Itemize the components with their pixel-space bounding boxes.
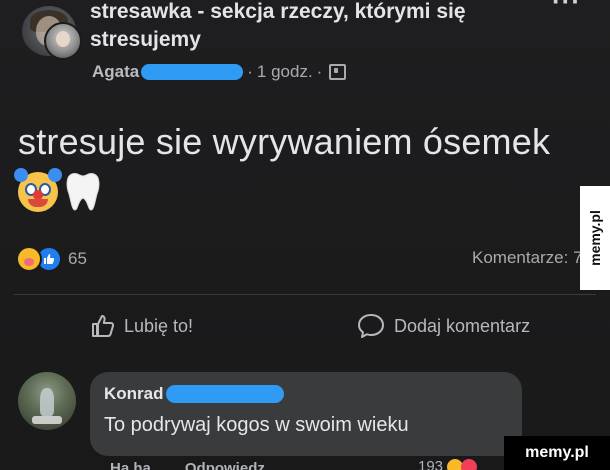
author-name[interactable]: Agata — [92, 62, 139, 82]
more-dots-icon[interactable]: ··· — [552, 0, 581, 17]
comment-author-name[interactable]: Konrad — [104, 384, 164, 404]
comments-count[interactable]: Komentarze: 74 — [472, 248, 592, 268]
commenter-avatar[interactable] — [18, 372, 76, 430]
post-timestamp[interactable]: 1 godz. — [257, 62, 313, 82]
comment-button[interactable]: Dodaj komentarz — [356, 310, 530, 342]
clown-hair-left — [14, 168, 28, 182]
care-reaction-icon — [16, 246, 42, 272]
comment-bubble-icon — [358, 314, 384, 338]
side-watermark: memy.pl — [580, 186, 610, 290]
reaction-count: 65 — [68, 249, 87, 268]
like-button-label: Lubię to! — [124, 315, 194, 336]
tooth-icon — [66, 172, 100, 211]
comment-actions: Ha ha Odpowiedz — [110, 460, 265, 470]
redaction-mark — [141, 64, 244, 80]
post-emoji-row — [14, 168, 102, 216]
thumbs-up-mini-icon — [44, 254, 55, 264]
comment-reply-action[interactable]: Odpowiedz — [185, 460, 265, 470]
post-meta: Agata · 1 godz. · — [92, 60, 347, 84]
like-button[interactable]: Lubię to! — [90, 310, 193, 342]
author-avatar[interactable] — [44, 22, 82, 60]
post-text: stresuje sie wyrywaniem ósemek — [18, 121, 551, 162]
facebook-post-screen: stresawka - sekcja rzeczy, którymi się s… — [0, 0, 610, 470]
meta-separator: · — [247, 62, 253, 81]
meta-separator-2: · — [316, 62, 323, 81]
comment-reaction-count: 193 — [418, 458, 444, 470]
corner-watermark: memy.pl — [504, 436, 610, 470]
comment-haha-action[interactable]: Ha ha — [110, 460, 151, 470]
thumbs-up-icon — [92, 315, 115, 337]
clown-hair-right — [48, 168, 62, 182]
clown-mouth — [28, 199, 48, 207]
commenter-avatar-logo — [32, 416, 62, 424]
reactions-summary[interactable]: 65 — [16, 246, 87, 272]
group-name-link[interactable]: stresawka - sekcja rzeczy, którymi się s… — [90, 0, 550, 54]
comment-author: Konrad — [104, 384, 284, 404]
comment-reactions[interactable]: 193 — [418, 458, 478, 470]
redaction-mark-comment — [165, 385, 284, 403]
comment-text: To podrywaj kogos w swoim wieku — [104, 414, 409, 436]
commenter-avatar-figure — [40, 388, 54, 416]
group-privacy-icon — [329, 64, 347, 80]
side-watermark-text: memy.pl — [587, 210, 604, 266]
author-avatar-face — [56, 31, 70, 47]
comment-bubble: Konrad To podrywaj kogos w swoim wieku — [90, 372, 522, 456]
love-reaction-icon — [461, 458, 478, 470]
clown-face-icon — [14, 168, 62, 212]
divider — [14, 294, 596, 295]
comment-button-label: Dodaj komentarz — [394, 315, 531, 336]
